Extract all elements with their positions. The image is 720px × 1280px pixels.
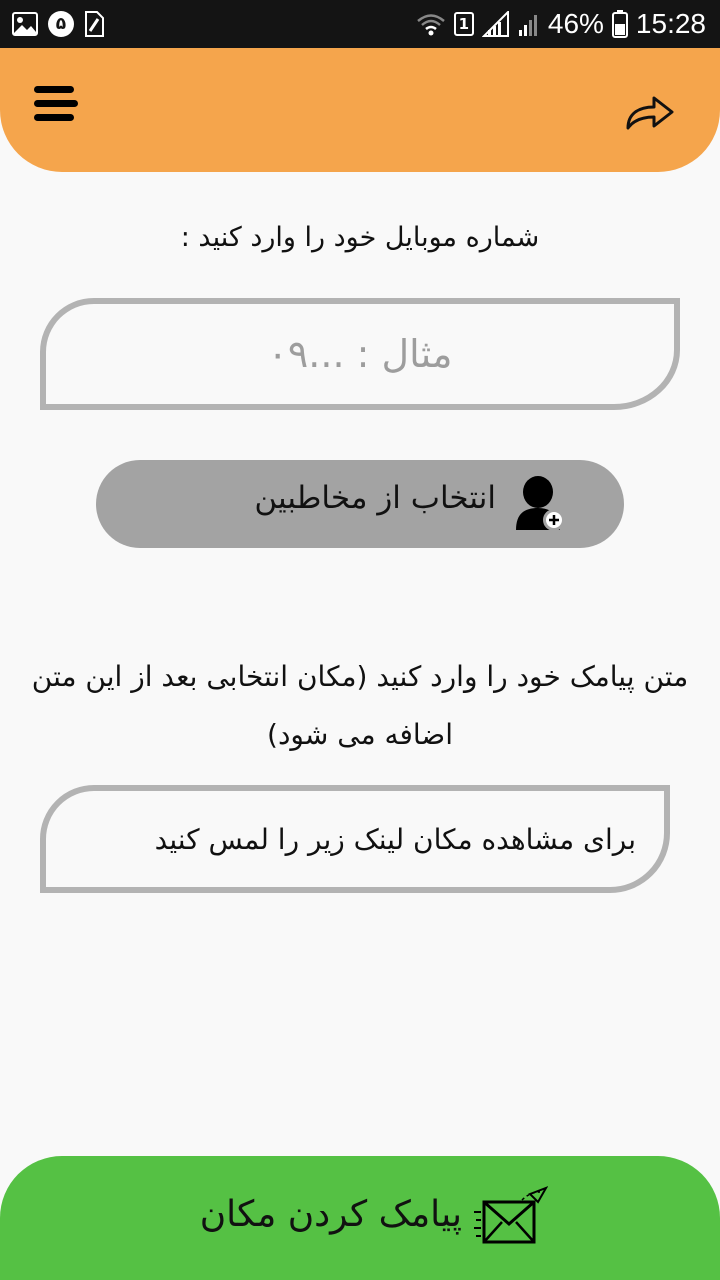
battery-icon [611, 10, 628, 38]
battery-percent: 46% [547, 8, 604, 39]
share-arrow-icon [626, 96, 674, 130]
add-contact-icon [516, 476, 565, 531]
menu-icon [34, 86, 78, 122]
app-header [0, 48, 720, 172]
send-mail-icon [474, 1186, 548, 1244]
status-bar: ۵ 1 46% 15:28 [0, 0, 720, 48]
sim-card-icon [84, 11, 104, 37]
wifi-icon [416, 12, 446, 36]
send-location-sms-button[interactable]: پیامک کردن مکان [0, 1156, 720, 1280]
select-from-contacts-button[interactable]: انتخاب از مخاطبین [96, 460, 624, 548]
contacts-button-label: انتخاب از مخاطبین [254, 480, 496, 516]
signal-icon [481, 11, 510, 37]
status-bar-right: 1 46% 15:28 [416, 6, 706, 42]
sms-label: متن پیامک خود را وارد کنید (مکان انتخابی… [31, 660, 689, 751]
menu-button[interactable] [34, 86, 78, 122]
signal-icon-2 [518, 11, 540, 37]
gallery-icon [12, 12, 38, 36]
status-bar-left: ۵ [12, 10, 104, 38]
sms-input-box [40, 785, 670, 893]
sms-text-input[interactable] [46, 791, 664, 887]
send-button-label: پیامک کردن مکان [199, 1194, 462, 1235]
phone-label: شماره موبایل خود را وارد کنید : [180, 222, 540, 253]
phone-input-box [40, 298, 680, 410]
phone-input[interactable] [46, 304, 674, 404]
share-button[interactable] [622, 88, 678, 134]
clock: 15:28 [635, 8, 706, 39]
sim-slot-icon: 1 [453, 12, 474, 36]
notification-count-icon: ۵ [48, 11, 74, 37]
